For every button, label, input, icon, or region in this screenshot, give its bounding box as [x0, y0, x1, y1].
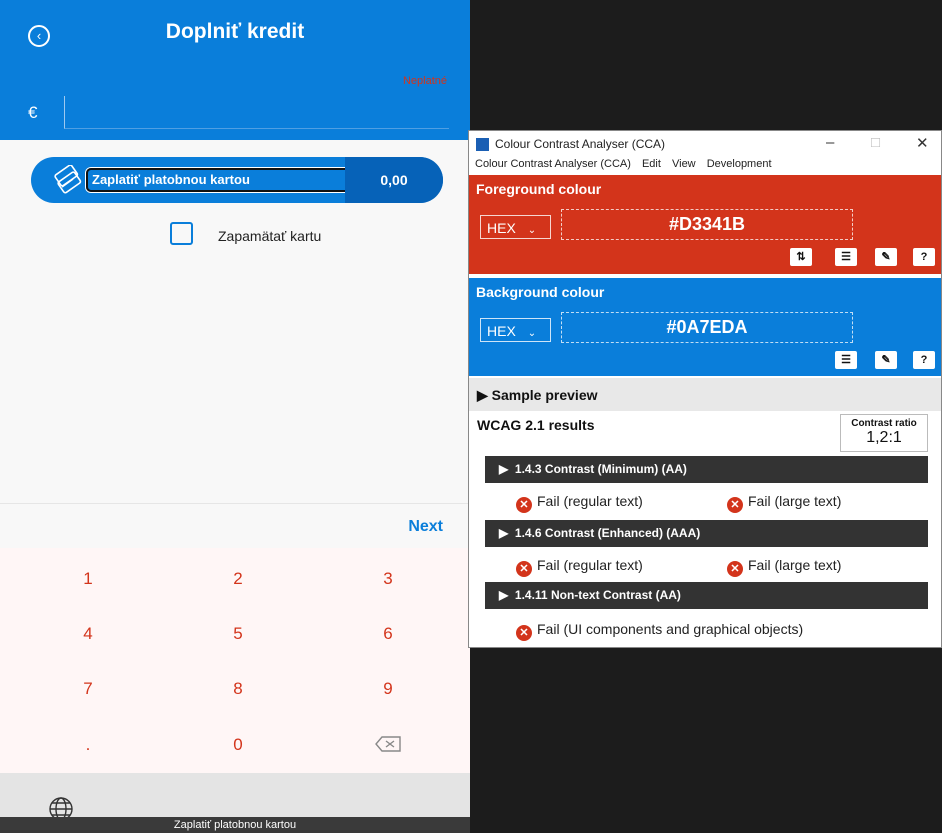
chevron-down-icon: ⌄ [527, 225, 537, 236]
fail-result: ✕ Fail (large text) [727, 492, 842, 513]
background-panel: Background colour HEX ⌄ #0A7EDA ☰ ✎ ? [469, 278, 941, 376]
window-title: Colour Contrast Analyser (CCA) [495, 137, 666, 151]
next-button[interactable]: Next [408, 518, 443, 536]
sliders-icon[interactable]: ☰ [835, 351, 857, 369]
credit-card-icon [54, 165, 82, 194]
foreground-format-value: HEX [487, 220, 516, 236]
contrast-ratio-value: 1,2:1 [866, 429, 902, 446]
maximize-icon[interactable]: □ [871, 134, 880, 151]
remember-card-label: Zapamätať kartu [218, 228, 322, 244]
background-format-select[interactable]: HEX ⌄ [480, 318, 551, 342]
fail-result-text: Fail (regular text) [537, 557, 643, 573]
mobile-app-screen: ‹ Doplniť kredit Neplatné € Zaplatiť pla… [0, 0, 470, 833]
key-2[interactable]: 2 [208, 569, 268, 589]
sliders-icon[interactable]: ☰ [835, 248, 857, 266]
app-icon [476, 138, 489, 151]
fail-x-icon: ✕ [727, 497, 743, 513]
contrast-ratio-label: Contrast ratio [851, 418, 917, 429]
menu-app[interactable]: Colour Contrast Analyser (CCA) [475, 158, 631, 170]
eyedropper-icon[interactable]: ✎ [875, 248, 897, 266]
triangle-right-icon: ▶ [499, 526, 509, 540]
fail-result: ✕ Fail (large text) [727, 556, 842, 577]
sample-preview-toggle[interactable]: ▶ Sample preview [469, 378, 941, 411]
help-icon[interactable]: ? [913, 248, 935, 266]
contrast-analyser-window: Colour Contrast Analyser (CCA) – □ ✕ Col… [468, 130, 942, 648]
validation-error-label: Neplatné [402, 75, 447, 87]
menu-edit[interactable]: Edit [642, 158, 661, 170]
menu-bar: Colour Contrast Analyser (CCA) Edit View… [475, 158, 780, 170]
window-titlebar: Colour Contrast Analyser (CCA) – □ ✕ [469, 131, 941, 157]
page-title: Doplniť kredit [165, 20, 305, 43]
background-title: Background colour [476, 284, 605, 300]
menu-development[interactable]: Development [707, 158, 772, 170]
foreground-title: Foreground colour [476, 181, 602, 197]
key-5[interactable]: 5 [208, 624, 268, 644]
key-3[interactable]: 3 [358, 569, 418, 589]
accessibility-label-strip: Zaplatiť platobnou kartou [0, 817, 470, 833]
numeric-keypad: 1 2 3 4 5 6 7 8 9 . 0 [0, 548, 470, 773]
key-9[interactable]: 9 [358, 679, 418, 699]
key-4[interactable]: 4 [58, 624, 118, 644]
key-1[interactable]: 1 [58, 569, 118, 589]
fail-x-icon: ✕ [727, 561, 743, 577]
criterion-label: 1.4.11 Non-text Contrast (AA) [514, 588, 681, 602]
background-format-value: HEX [487, 323, 516, 339]
foreground-panel: Foreground colour HEX ⌄ #D3341B ⇅ ☰ ✎ ? [469, 175, 941, 274]
criterion-1-4-11-toggle[interactable]: ▶ 1.4.11 Non-text Contrast (AA) [485, 582, 928, 609]
sample-preview-label: ▶ Sample preview [477, 387, 598, 404]
foreground-format-select[interactable]: HEX ⌄ [480, 215, 551, 239]
eyedropper-icon[interactable]: ✎ [875, 351, 897, 369]
contrast-ratio-box: Contrast ratio 1,2:1 [840, 414, 928, 452]
background-hex-input[interactable]: #0A7EDA [561, 312, 853, 343]
amount-input[interactable] [64, 96, 449, 129]
fail-result-text: Fail (large text) [748, 493, 842, 509]
fail-result: ✕ Fail (regular text) [516, 556, 643, 577]
fail-result-text: Fail (large text) [748, 557, 842, 573]
pay-amount: 0,00 [345, 157, 443, 203]
help-icon[interactable]: ? [913, 351, 935, 369]
criterion-label: 1.4.3 Contrast (Minimum) (AA) [514, 462, 687, 476]
fail-x-icon: ✕ [516, 561, 532, 577]
key-7[interactable]: 7 [58, 679, 118, 699]
backspace-key[interactable] [358, 735, 418, 758]
triangle-right-icon: ▶ [499, 462, 509, 476]
fail-x-icon: ✕ [516, 497, 532, 513]
triangle-right-icon: ▶ [499, 588, 509, 602]
fail-result: ✕ Fail (regular text) [516, 492, 643, 513]
key-8[interactable]: 8 [208, 679, 268, 699]
divider [0, 503, 470, 504]
criterion-1-4-6-toggle[interactable]: ▶ 1.4.6 Contrast (Enhanced) (AAA) [485, 520, 928, 547]
criterion-1-4-3-toggle[interactable]: ▶ 1.4.3 Contrast (Minimum) (AA) [485, 456, 928, 483]
fail-result: ✕ Fail (UI components and graphical objec… [516, 620, 804, 641]
pay-by-card-button[interactable]: Zaplatiť platobnou kartou 0,00 [31, 157, 443, 203]
close-icon[interactable]: ✕ [916, 134, 929, 152]
sample-preview-text: Sample preview [491, 387, 598, 403]
fail-x-icon: ✕ [516, 625, 532, 641]
pay-by-card-label: Zaplatiť platobnou kartou [86, 168, 370, 192]
fail-result-text: Fail (regular text) [537, 493, 643, 509]
app-header: ‹ Doplniť kredit Neplatné € [0, 0, 470, 140]
key-decimal[interactable]: . [58, 735, 118, 755]
chevron-down-icon: ⌄ [527, 328, 537, 339]
minimize-icon[interactable]: – [826, 134, 834, 151]
key-6[interactable]: 6 [358, 624, 418, 644]
foreground-hex-input[interactable]: #D3341B [561, 209, 853, 240]
criterion-label: 1.4.6 Contrast (Enhanced) (AAA) [514, 526, 701, 540]
triangle-right-icon: ▶ [477, 387, 488, 403]
wcag-results-heading: WCAG 2.1 results [477, 417, 595, 433]
remember-card-checkbox[interactable] [170, 222, 193, 245]
key-0[interactable]: 0 [208, 735, 268, 755]
backspace-icon [375, 736, 401, 752]
menu-view[interactable]: View [672, 158, 696, 170]
swap-colours-icon[interactable]: ⇅ [790, 248, 812, 266]
currency-symbol: € [28, 103, 38, 122]
fail-result-text: Fail (UI components and graphical object… [537, 621, 804, 637]
